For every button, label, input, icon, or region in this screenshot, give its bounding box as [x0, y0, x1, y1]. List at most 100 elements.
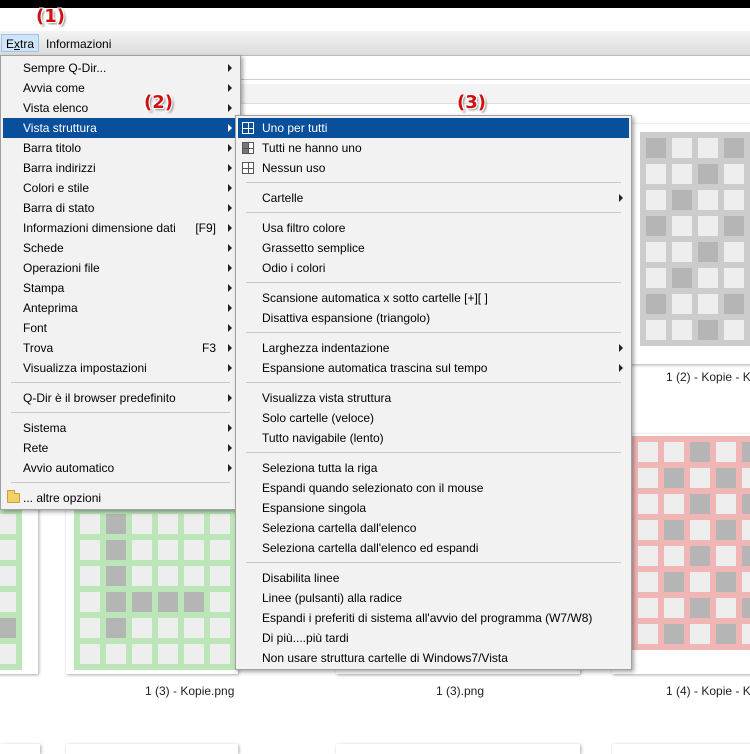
submenu-item-non-usare-struttura-cartelle-di-windows7[interactable]: Non usare struttura cartelle di Windows7…	[238, 648, 629, 668]
thumbnail-pixel	[672, 216, 692, 236]
submenu-item-solo-cartelle-veloce[interactable]: Solo cartelle (veloce)	[238, 408, 629, 428]
menu-item-label: Espansione singola	[262, 501, 367, 515]
submenu-arrow-icon	[228, 424, 232, 432]
menu-item-trova[interactable]: Trova F3	[3, 338, 238, 358]
menu-item-label: Operazioni file	[23, 261, 100, 275]
thumbnail-pixel	[0, 618, 16, 638]
menu-item-label: Tutti ne hanno uno	[262, 141, 362, 155]
menu-item-label: Informazioni dimensione dati	[23, 221, 176, 235]
menu-item-barra-di-stato[interactable]: Barra di stato	[3, 198, 238, 218]
submenu-item-visualizza-vista-struttura[interactable]: Visualizza vista struttura	[238, 388, 629, 408]
submenu-item-uno-per-tutti[interactable]: Uno per tutti	[238, 118, 629, 138]
menu-item-colori-e-stile[interactable]: Colori e stile	[3, 178, 238, 198]
menu-item-label: Espandi i preferiti di sistema all'avvio…	[262, 611, 593, 625]
thumbnail-pixel	[646, 320, 666, 340]
thumbnail-pixel	[742, 572, 750, 592]
menu-item-altre-opzioni[interactable]: ... altre opzioni	[3, 488, 238, 508]
menu-item-shortcut: [F9]	[195, 221, 216, 235]
submenu-item-seleziona-cartella-dall-elenco[interactable]: Seleziona cartella dall'elenco	[238, 518, 629, 538]
menu-separator	[11, 412, 230, 413]
submenu-item-espandi-i-preferiti-di-sistema-all-avvio[interactable]: Espandi i preferiti di sistema all'avvio…	[238, 608, 629, 628]
submenu-item-odio-i-colori[interactable]: Odio i colori	[238, 258, 629, 278]
thumbnail-left-partial[interactable]	[0, 494, 38, 674]
marker-3: (3)	[457, 92, 486, 113]
thumbnail-row-next[interactable]	[612, 744, 750, 754]
thumbnail-pixel	[210, 540, 230, 560]
column-header-bar	[240, 84, 750, 104]
menu-item-schede[interactable]: Schede	[3, 238, 238, 258]
thumbnail-1-2-kopie[interactable]	[620, 124, 750, 364]
menu-informazioni[interactable]: Informazioni	[42, 35, 115, 53]
submenu-arrow-icon	[228, 164, 232, 172]
submenu-item-disabilita-linee[interactable]: Disabilita linee	[238, 568, 629, 588]
file-caption: 1 (2) - Kopie - Ko	[666, 370, 750, 384]
menu-extra[interactable]: Extra	[1, 34, 40, 52]
submenu-item-tutto-navigabile-lento[interactable]: Tutto navigabile (lento)	[238, 428, 629, 448]
menu-item-label: Trova	[23, 341, 54, 355]
thumbnail-row-next[interactable]	[0, 744, 40, 754]
submenu-item-tutti-ne-hanno-uno[interactable]: Tutti ne hanno uno	[238, 138, 629, 158]
submenu-item-seleziona-cartella-dall-elenco-ed-espand[interactable]: Seleziona cartella dall'elenco ed espand…	[238, 538, 629, 558]
menu-item-avvia-come[interactable]: Avvia come	[3, 78, 238, 98]
thumbnail-1-3-kopie[interactable]	[66, 494, 238, 674]
thumbnail-pixel	[664, 572, 684, 592]
menu-item-sempre-q-dir[interactable]: Sempre Q-Dir...	[3, 58, 238, 78]
submenu-item-espandi-quando-selezionato-con-il-mouse[interactable]: Espandi quando selezionato con il mouse	[238, 478, 629, 498]
thumbnail-pixel	[742, 624, 750, 644]
submenu-item-larghezza-indentazione[interactable]: Larghezza indentazione	[238, 338, 629, 358]
menu-item-avvio-automatico[interactable]: Avvio automatico	[3, 458, 238, 478]
thumbnail-pixel	[80, 618, 100, 638]
menu-item-label: Uno per tutti	[262, 121, 328, 135]
submenu-item-espansione-singola[interactable]: Espansione singola	[238, 498, 629, 518]
submenu-item-nessun-uso[interactable]: Nessun uso	[238, 158, 629, 178]
menu-item-q-dir-e-il-browser-predefinito[interactable]: Q-Dir è il browser predefinito	[3, 388, 238, 408]
address-bar[interactable]	[240, 56, 750, 80]
submenu-item-cartelle[interactable]: Cartelle	[238, 188, 629, 208]
thumbnail-pixel	[132, 514, 152, 534]
thumbnail-pixel	[106, 644, 126, 664]
menu-item-font[interactable]: Font	[3, 318, 238, 338]
submenu-item-seleziona-tutta-la-riga[interactable]: Seleziona tutta la riga	[238, 458, 629, 478]
submenu-arrow-icon	[228, 244, 232, 252]
menu-item-informazioni-dimensione-dati[interactable]: Informazioni dimensione dati [F9]	[3, 218, 238, 238]
thumbnail-pixel	[638, 468, 658, 488]
thumbnail-pixel	[0, 566, 16, 586]
submenu-arrow-icon	[619, 364, 623, 372]
thumbnail-pixel	[716, 598, 736, 618]
menu-item-label: Seleziona tutta la riga	[262, 461, 378, 475]
menu-item-label: Cartelle	[262, 191, 304, 205]
menu-extra-label-a: E	[6, 37, 15, 51]
submenu-item-linee-pulsanti-alla-radice[interactable]: Linee (pulsanti) alla radice	[238, 588, 629, 608]
thumbnail-row-next[interactable]	[336, 744, 580, 754]
menu-item-rete[interactable]: Rete	[3, 438, 238, 458]
thumbnail-pixel	[672, 320, 692, 340]
submenu-item-disattiva-espansione-triangolo[interactable]: Disattiva espansione (triangolo)	[238, 308, 629, 328]
menu-item-stampa[interactable]: Stampa	[3, 278, 238, 298]
extra-dropdown-menu: Sempre Q-Dir... Avvia come Vista elenco Vis…	[0, 55, 241, 510]
menu-item-vista-elenco[interactable]: Vista elenco	[3, 98, 238, 118]
menu-item-visualizza-impostazioni[interactable]: Visualizza impostazioni	[3, 358, 238, 378]
submenu-item-scansione-automatica-x-sotto-cartelle[interactable]: Scansione automatica x sotto cartelle [+…	[238, 288, 629, 308]
menu-item-barra-indirizzi[interactable]: Barra indirizzi	[3, 158, 238, 178]
thumbnail-pixel	[132, 566, 152, 586]
thumbnail-pixel	[716, 494, 736, 514]
submenu-item-usa-filtro-colore[interactable]: Usa filtro colore	[238, 218, 629, 238]
submenu-arrow-icon	[228, 104, 232, 112]
thumbnail-pixel	[716, 520, 736, 540]
thumbnail-1-4-kopie[interactable]	[612, 434, 750, 674]
submenu-item-espansione-automatica-trascina-sul-tempo[interactable]: Espansione automatica trascina sul tempo	[238, 358, 629, 378]
menu-item-vista-struttura[interactable]: Vista struttura	[3, 118, 238, 138]
menu-item-anteprima[interactable]: Anteprima	[3, 298, 238, 318]
menu-item-operazioni-file[interactable]: Operazioni file	[3, 258, 238, 278]
menu-item-label: Scansione automatica x sotto cartelle [+…	[262, 291, 488, 305]
thumbnail-pixel	[646, 242, 666, 262]
menu-item-sistema[interactable]: Sistema	[3, 418, 238, 438]
submenu-item-di-piu-piu-tardi[interactable]: Di più....più tardi	[238, 628, 629, 648]
thumbnail-pixel	[698, 268, 718, 288]
thumbnail-row-next[interactable]	[66, 744, 238, 754]
thumbnail-pixel	[646, 138, 666, 158]
thumbnail-pixel	[724, 190, 744, 210]
submenu-item-grassetto-semplice[interactable]: Grassetto semplice	[238, 238, 629, 258]
menu-item-barra-titolo[interactable]: Barra titolo	[3, 138, 238, 158]
thumbnail-pixel	[690, 442, 710, 462]
